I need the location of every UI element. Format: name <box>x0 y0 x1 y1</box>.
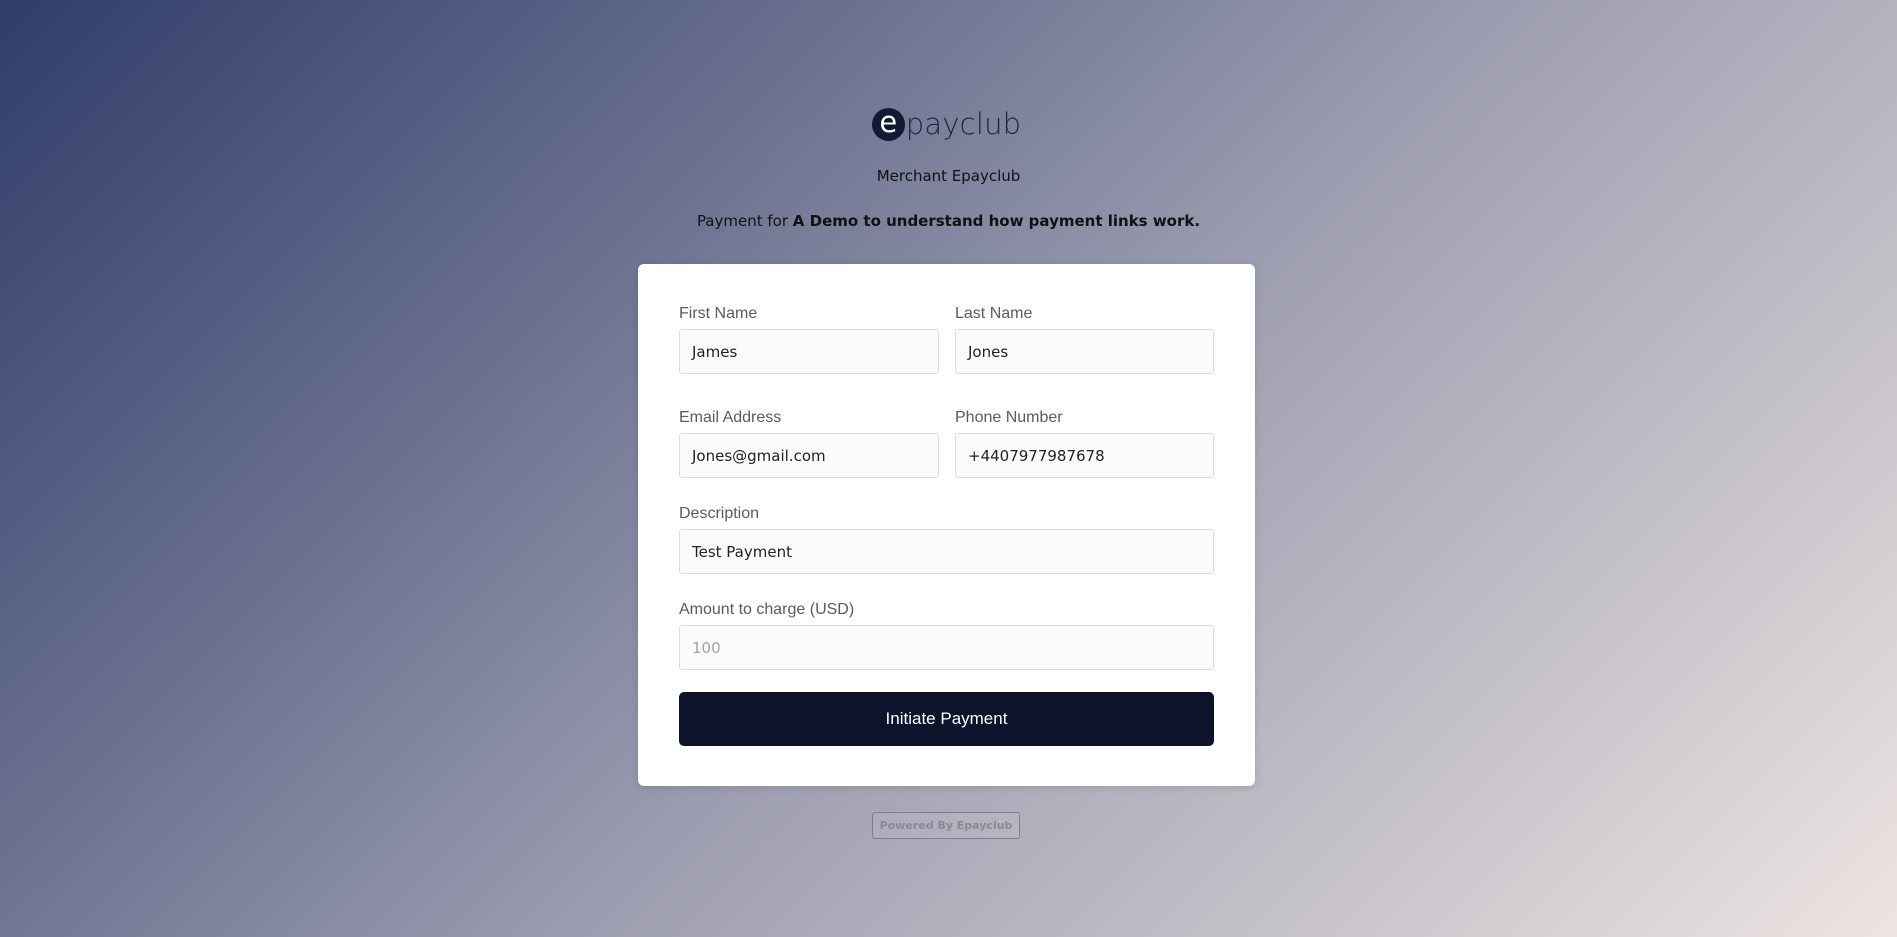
last-name-input[interactable]: Jones <box>955 329 1214 374</box>
initiate-payment-button[interactable]: Initiate Payment <box>679 692 1214 746</box>
logo-mark: e <box>871 107 905 141</box>
phone-group: Phone Number +4407977987678 <box>955 408 1214 478</box>
payment-for-prefix: Payment for <box>696 212 788 230</box>
first-name-group: First Name James <box>679 304 939 374</box>
powered-by-badge[interactable]: Powered By Epayclub <box>872 812 1020 839</box>
amount-label: Amount to charge (USD) <box>679 601 855 618</box>
email-input[interactable]: Jones@gmail.com <box>679 433 939 478</box>
amount-group: Amount to charge (USD) 100 <box>679 600 1214 670</box>
first-name-label: First Name <box>679 305 758 322</box>
description-group: Description Test Payment <box>679 504 1214 574</box>
first-name-input[interactable]: James <box>679 329 939 374</box>
brand-logo: e payclub <box>0 107 1897 141</box>
logo-wordmark: payclub <box>905 107 1022 141</box>
last-name-group: Last Name Jones <box>955 304 1214 374</box>
phone-input[interactable]: +4407977987678 <box>955 433 1214 478</box>
payment-title: A Demo to understand how payment links w… <box>792 212 1201 230</box>
merchant-name: Merchant Epayclub <box>876 167 1021 185</box>
payment-description: Payment for A Demo to understand how pay… <box>0 212 1897 230</box>
phone-label: Phone Number <box>955 409 1063 426</box>
amount-input[interactable]: 100 <box>679 625 1214 670</box>
description-label: Description <box>679 505 760 522</box>
email-group: Email Address Jones@gmail.com <box>679 408 939 478</box>
description-input[interactable]: Test Payment <box>679 529 1214 574</box>
email-label: Email Address <box>679 409 782 426</box>
payment-form-card: First Name James Last Name Jones Email A… <box>638 264 1255 786</box>
last-name-label: Last Name <box>955 305 1033 322</box>
